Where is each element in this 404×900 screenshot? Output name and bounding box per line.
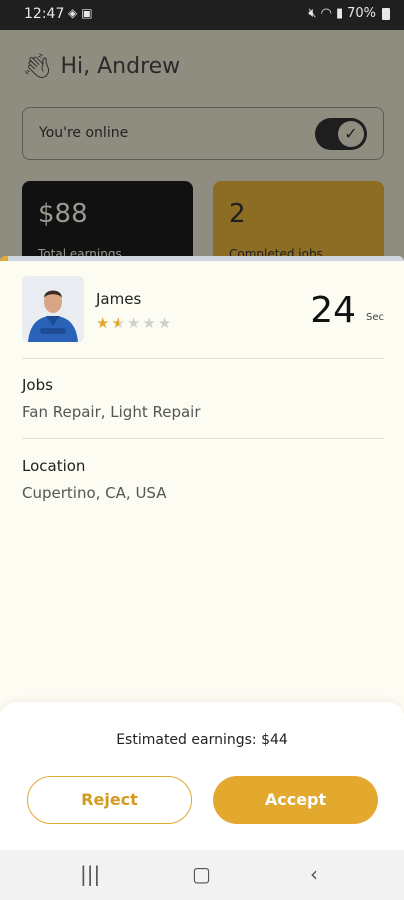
status-right: 🔇︎ ◠ ▮ 70% <box>308 6 390 21</box>
app-icon: ▣ <box>81 6 97 20</box>
location-label: Location <box>22 457 86 475</box>
customer-avatar <box>22 276 84 342</box>
rating-stars: ★★★★★ <box>96 314 173 332</box>
accept-button[interactable]: Accept <box>213 776 378 824</box>
online-label: You're online <box>39 125 129 141</box>
job-request-sheet: James ★★★★★ 24 Sec Jobs Fan Repair, Ligh… <box>0 256 404 850</box>
countdown-timer: 24 <box>310 290 356 331</box>
online-toggle[interactable]: ✓ <box>315 118 367 150</box>
battery-icon <box>382 7 390 20</box>
earnings-value: $88 <box>38 199 88 229</box>
reject-button[interactable]: Reject <box>27 776 192 824</box>
home-icon[interactable]: ▢ <box>192 862 211 886</box>
divider <box>22 438 384 439</box>
jobs-label: Jobs <box>22 376 53 394</box>
online-status-card: You're online ✓ <box>22 107 384 160</box>
status-left-icons: ◈▣ <box>68 6 97 20</box>
status-bar: 12:47 ◈▣ 🔇︎ ◠ ▮ 70% <box>0 0 404 30</box>
waving-hand-icon: 👋︎ <box>22 52 53 80</box>
jobs-value: Fan Repair, Light Repair <box>22 403 201 421</box>
greeting: 👋︎ Hi, Andrew <box>22 52 180 80</box>
status-time: 12:47 <box>24 6 65 22</box>
signal-icon: ▮ <box>335 6 344 21</box>
greeting-text: Hi, Andrew <box>60 53 181 79</box>
star-empty-icon: ★ <box>142 314 158 332</box>
estimated-earnings: Estimated earnings: $44 <box>116 732 288 748</box>
home-screen-dimmed: 👋︎ Hi, Andrew You're online ✓ $88 Total … <box>0 30 404 271</box>
countdown-progress-bar <box>0 256 404 261</box>
battery-percent: 70% <box>347 6 376 21</box>
star-empty-icon: ★ <box>126 314 143 332</box>
star-full-icon: ★ <box>96 314 112 332</box>
jobs-count: 2 <box>229 199 246 229</box>
countdown-progress-fill <box>0 256 9 261</box>
recents-icon[interactable]: ||| <box>80 862 100 886</box>
divider <box>22 358 384 359</box>
customer-name: James <box>96 290 142 308</box>
navigation-icon: ◈ <box>68 6 82 20</box>
system-nav-bar: ||| ▢ ‹ <box>0 850 404 900</box>
mute-icon: 🔇︎ <box>308 6 317 21</box>
location-value: Cupertino, CA, USA <box>22 484 167 502</box>
back-icon[interactable]: ‹ <box>310 862 318 886</box>
countdown-unit: Sec <box>366 312 384 323</box>
star-half-icon: ★ <box>111 314 127 332</box>
action-footer: Estimated earnings: $44 Reject Accept <box>0 702 404 850</box>
check-icon: ✓ <box>338 121 364 147</box>
star-empty-icon: ★ <box>157 314 174 332</box>
wifi-icon: ◠ <box>320 6 332 21</box>
